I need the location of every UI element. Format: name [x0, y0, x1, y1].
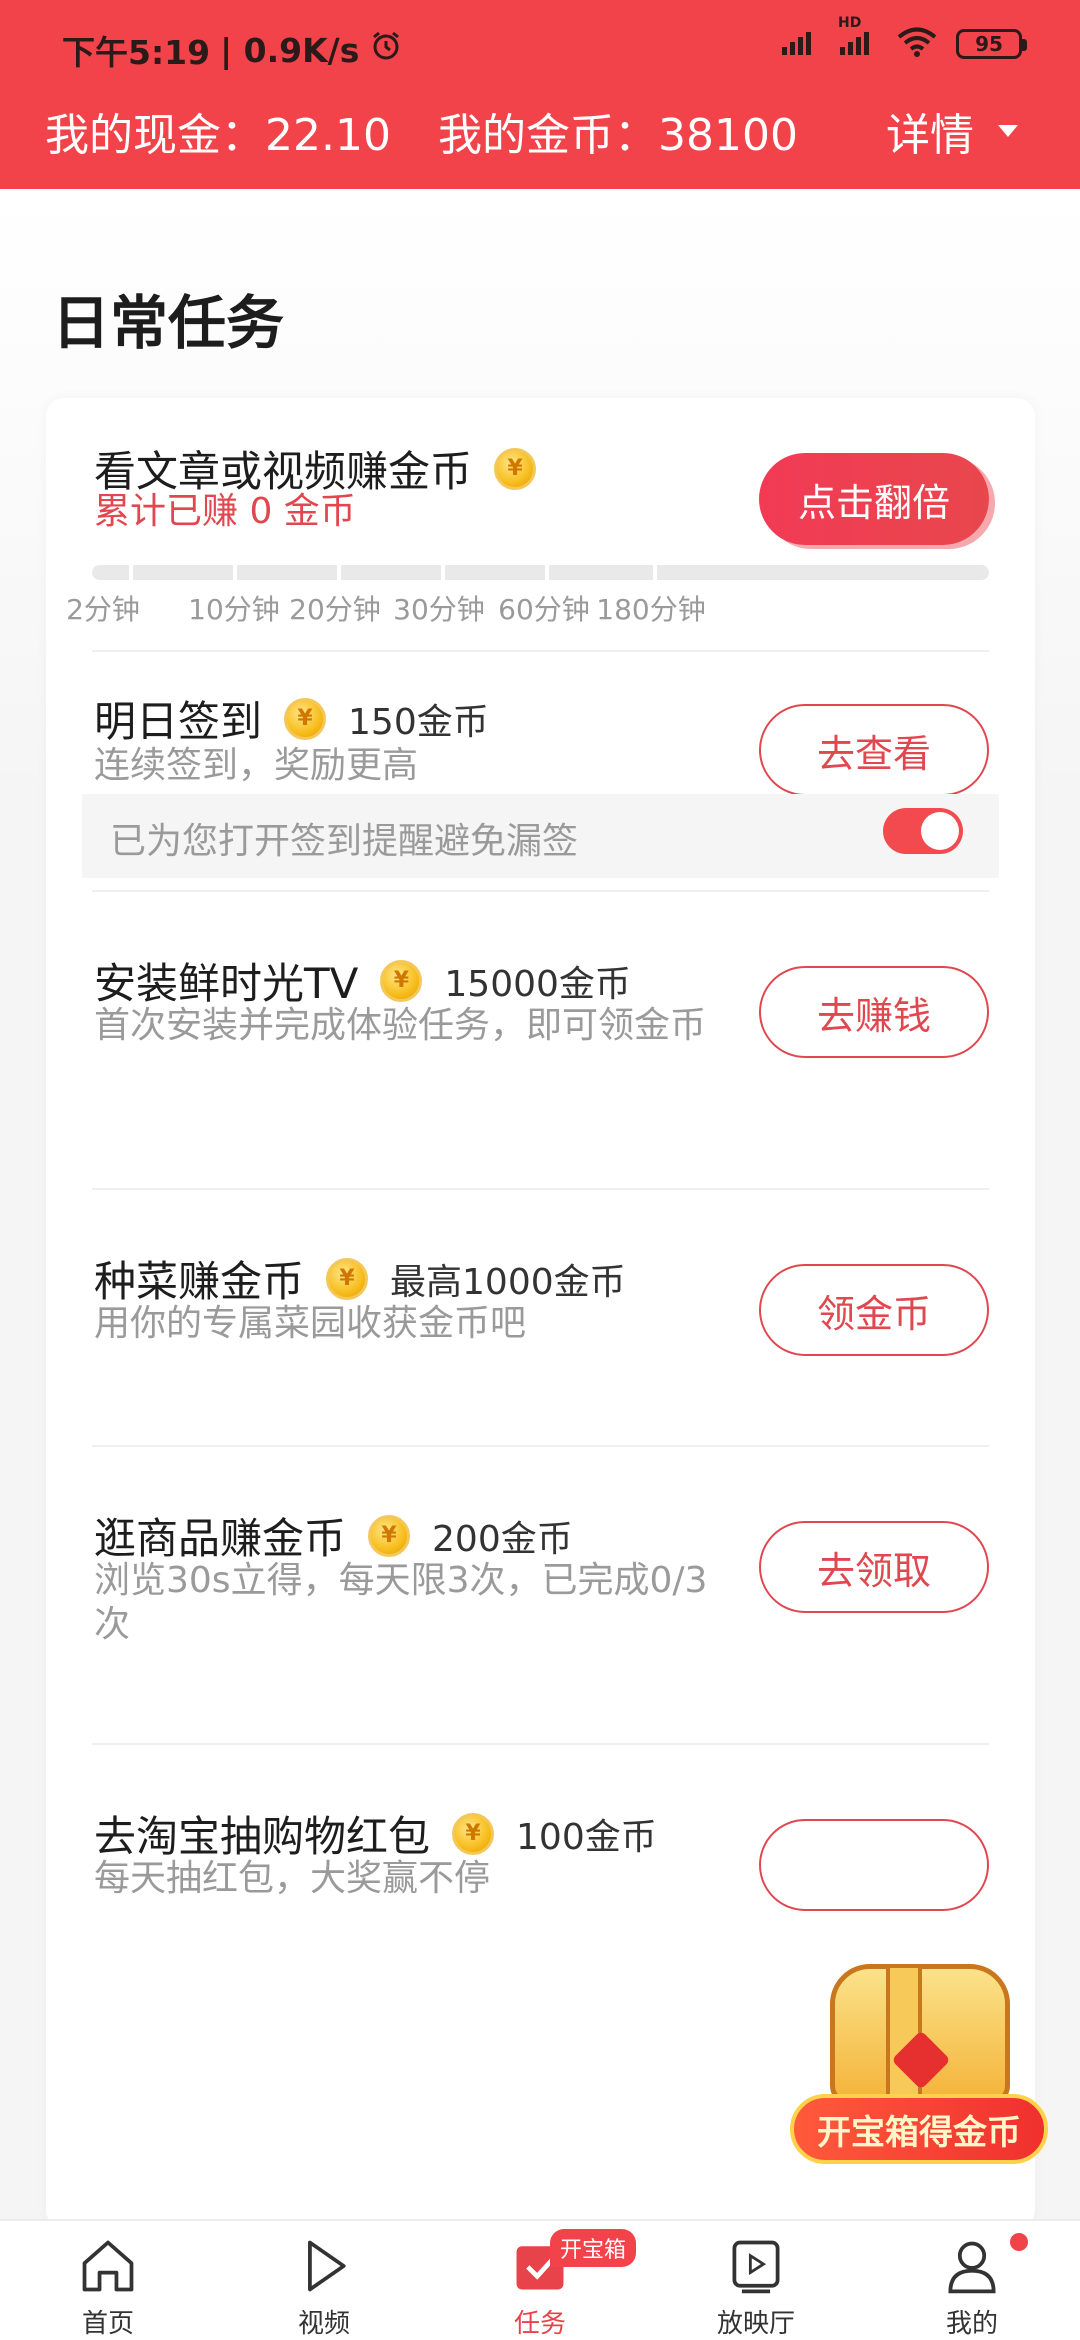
hd-signal-icon: HD	[838, 15, 878, 61]
task-subtitle: 连续签到，奖励更高	[94, 745, 419, 786]
play-icon	[308, 2240, 346, 2292]
task-earned: 累计已赚 0 金币	[94, 491, 356, 532]
divider	[92, 650, 989, 652]
treasure-label: 开宝箱得金币	[790, 2094, 1048, 2164]
open-chest-badge: 开宝箱	[550, 2229, 637, 2267]
signal-icon	[780, 27, 820, 61]
coin-icon: ¥	[452, 1812, 495, 1855]
coin-icon: ¥	[326, 1257, 369, 1300]
nav-profile[interactable]: 我的	[864, 2221, 1080, 2340]
task-reward: 100金币	[516, 1816, 657, 1858]
nav-home[interactable]: 首页	[0, 2221, 216, 2340]
task-subtitle: 浏览30s立得，每天限3次，已完成0/3次	[94, 1560, 708, 1645]
nav-label: 首页	[81, 2309, 134, 2339]
top-header: 下午5:19 | 0.9K/s HD 95 我的现金：22.10 我的金币：38…	[0, 0, 1080, 189]
detail-dropdown[interactable]: 详情	[886, 99, 1020, 163]
task-taobao-redpacket: 去淘宝抽购物红包 ¥ 100金币 每天抽红包，大奖赢不停	[46, 1743, 1035, 1943]
claim-button[interactable]: 去领取	[759, 1521, 989, 1613]
wifi-icon	[896, 26, 938, 62]
task-page: 日常任务 看文章或视频赚金币 ¥ 累计已赚 0 金币 点击翻倍 2分钟 10分钟…	[0, 189, 1080, 2228]
progress-label: 60分钟	[498, 593, 590, 626]
task-sign-in: 明日签到 ¥ 150金币 连续签到，奖励更高 去查看 已为您打开签到提醒避免漏签	[46, 660, 1035, 892]
status-bar: 下午5:19 | 0.9K/s HD 95	[0, 0, 1080, 95]
earn-money-button[interactable]: 去赚钱	[759, 966, 989, 1058]
task-farm: 种菜赚金币 ¥ 最高1000金币 用你的专属菜园收获金币吧 领金币	[46, 1188, 1035, 1447]
coin-icon: ¥	[368, 1514, 411, 1557]
view-sign-in-button[interactable]: 去查看	[759, 704, 989, 796]
task-title: 种菜赚金币 ¥ 最高1000金币	[94, 1248, 626, 1309]
progress-label: 30分钟	[393, 593, 485, 626]
status-left: 下午5:19 | 0.9K/s	[62, 26, 403, 74]
status-speed: | 0.9K/s	[220, 30, 360, 70]
nav-label: 放映厅	[716, 2309, 795, 2339]
task-title: 去淘宝抽购物红包 ¥ 100金币	[94, 1803, 657, 1864]
page-title: 日常任务	[52, 289, 285, 357]
my-coins: 我的金币：38100	[438, 110, 798, 161]
task-browse-goods: 逛商品赚金币 ¥ 200金币 浏览30s立得，每天限3次，已完成0/3次 去领取	[46, 1445, 1035, 1745]
task-title: 安装鲜时光TV ¥ 15000金币	[94, 950, 631, 1011]
detail-label: 详情	[886, 110, 974, 161]
reminder-toggle[interactable]	[883, 808, 963, 854]
collect-coins-button[interactable]: 领金币	[759, 1264, 989, 1356]
task-subtitle: 用你的专属菜园收获金币吧	[94, 1303, 527, 1344]
task-install-tv: 安装鲜时光TV ¥ 15000金币 首次安装并完成体验任务，即可领金币 去赚钱	[46, 890, 1035, 1190]
caret-down-icon	[998, 125, 1018, 137]
task-title: 明日签到 ¥ 150金币	[94, 688, 489, 749]
notification-dot	[1010, 2233, 1028, 2251]
progress-label: 20分钟	[289, 593, 381, 626]
profile-icon	[948, 2241, 996, 2294]
task-reward: 15000金币	[444, 963, 631, 1005]
progress-label: 180分钟	[596, 593, 706, 626]
task-reward: 200金币	[432, 1518, 573, 1560]
sign-in-reminder: 已为您打开签到提醒避免漏签	[82, 794, 999, 878]
reminder-text: 已为您打开签到提醒避免漏签	[110, 821, 579, 862]
nav-theater[interactable]: 放映厅	[648, 2221, 864, 2340]
nav-label: 任务	[513, 2309, 566, 2339]
toggle-knob	[921, 812, 959, 850]
treasure-chest-float[interactable]: 开宝箱得金币	[790, 1944, 1048, 2170]
coin-icon: ¥	[494, 447, 537, 490]
task-button-partial[interactable]	[759, 1819, 989, 1911]
status-time: 下午5:19	[62, 33, 211, 72]
coin-icon: ¥	[284, 697, 327, 740]
task-title: 逛商品赚金币 ¥ 200金币	[94, 1505, 573, 1566]
nav-label: 我的	[945, 2309, 998, 2339]
task-reward: 最高1000金币	[390, 1261, 626, 1303]
theater-icon	[732, 2240, 780, 2294]
status-right: HD 95	[780, 15, 1027, 62]
nav-label: 视频	[297, 2309, 350, 2339]
watch-progress-bar	[92, 565, 989, 580]
wallet-row: 我的现金：22.10 我的金币：38100 详情	[0, 95, 1080, 165]
coin-icon: ¥	[380, 959, 423, 1002]
my-cash: 我的现金：22.10	[45, 110, 391, 161]
battery-icon: 95	[956, 29, 1027, 59]
nav-video[interactable]: 视频	[216, 2221, 432, 2340]
task-reward: 150金币	[348, 701, 489, 743]
task-subtitle: 每天抽红包，大奖赢不停	[94, 1858, 491, 1899]
bottom-nav: 首页 视频 开宝箱 任务 放映厅 我的	[0, 2219, 1080, 2340]
nav-task[interactable]: 开宝箱 任务	[432, 2221, 648, 2340]
double-reward-button[interactable]: 点击翻倍	[759, 453, 989, 545]
alarm-icon	[369, 29, 403, 71]
progress-label: 2分钟	[66, 593, 140, 626]
home-icon	[82, 2240, 134, 2292]
task-subtitle: 首次安装并完成体验任务，即可领金币	[94, 1005, 707, 1046]
